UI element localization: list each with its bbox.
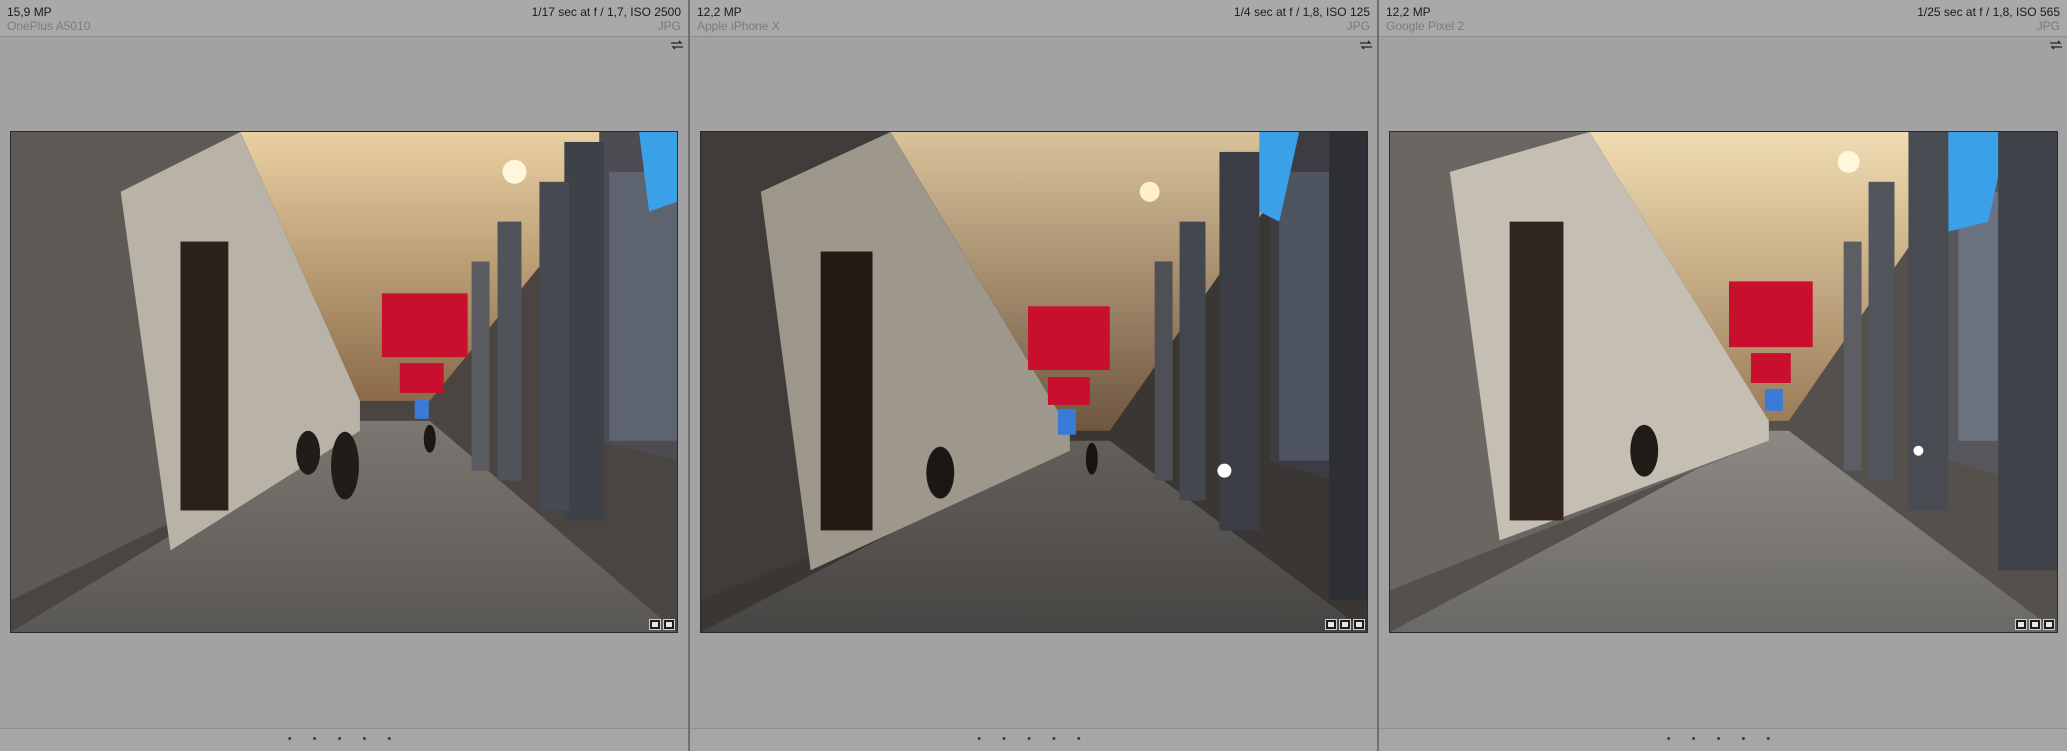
survey-cell-3[interactable]: 12,2 MP Google Pixel 2 1/25 sec at f / 1… — [1377, 0, 2067, 751]
megapixels-label: 12,2 MP — [1386, 5, 1431, 19]
photo-image — [11, 132, 677, 632]
copy-badge-icon[interactable] — [2029, 619, 2041, 630]
copy-badge-icon[interactable] — [663, 619, 675, 630]
photo-badges — [1325, 619, 1365, 630]
cell-footer: • • • • • — [0, 728, 688, 751]
file-type-label: JPG — [2036, 19, 2060, 33]
swap-icon[interactable] — [1359, 40, 1373, 50]
file-type-label: JPG — [1346, 19, 1370, 33]
camera-model-label: Google Pixel 2 — [1386, 19, 1465, 33]
cell-footer: • • • • • — [690, 728, 1377, 751]
megapixels-label: 12,2 MP — [697, 5, 742, 19]
exposure-label: 1/4 sec at f / 1,8, ISO 125 — [1233, 5, 1370, 19]
rating-stars[interactable]: • • • • • — [977, 733, 1089, 745]
rating-stars[interactable]: • • • • • — [288, 733, 400, 745]
develop-badge-icon[interactable] — [2043, 619, 2055, 630]
photo-info-bar: 12,2 MP Apple iPhone X 1/4 sec at f / 1,… — [690, 0, 1377, 37]
survey-view: 15,9 MP OnePlus A5010 1/17 sec at f / 1,… — [0, 0, 2067, 751]
metadata-badge-icon[interactable] — [2015, 619, 2027, 630]
megapixels-label: 15,9 MP — [7, 5, 52, 19]
survey-cell-2[interactable]: 12,2 MP Apple iPhone X 1/4 sec at f / 1,… — [688, 0, 1377, 751]
metadata-badge-icon[interactable] — [1325, 619, 1337, 630]
swap-icon[interactable] — [2049, 40, 2063, 50]
exposure-label: 1/25 sec at f / 1,8, ISO 565 — [1917, 5, 2060, 19]
cell-footer: • • • • • — [1379, 728, 2067, 751]
copy-badge-icon[interactable] — [1339, 619, 1351, 630]
photo-badges — [649, 619, 675, 630]
photo-thumbnail[interactable] — [1389, 131, 2058, 633]
rating-stars[interactable]: • • • • • — [1667, 733, 1779, 745]
photo-info-bar: 12,2 MP Google Pixel 2 1/25 sec at f / 1… — [1379, 0, 2067, 37]
camera-model-label: OnePlus A5010 — [7, 19, 91, 33]
metadata-badge-icon[interactable] — [649, 619, 661, 630]
swap-icon[interactable] — [670, 40, 684, 50]
file-type-label: JPG — [657, 19, 681, 33]
photo-image — [701, 132, 1367, 632]
photo-thumbnail[interactable] — [10, 131, 678, 633]
develop-badge-icon[interactable] — [1353, 619, 1365, 630]
camera-model-label: Apple iPhone X — [697, 19, 780, 33]
photo-image — [1390, 132, 2057, 632]
photo-thumbnail[interactable] — [700, 131, 1368, 633]
exposure-label: 1/17 sec at f / 1,7, ISO 2500 — [531, 5, 681, 19]
photo-info-bar: 15,9 MP OnePlus A5010 1/17 sec at f / 1,… — [0, 0, 688, 37]
survey-cell-1[interactable]: 15,9 MP OnePlus A5010 1/17 sec at f / 1,… — [0, 0, 688, 751]
photo-badges — [2015, 619, 2055, 630]
